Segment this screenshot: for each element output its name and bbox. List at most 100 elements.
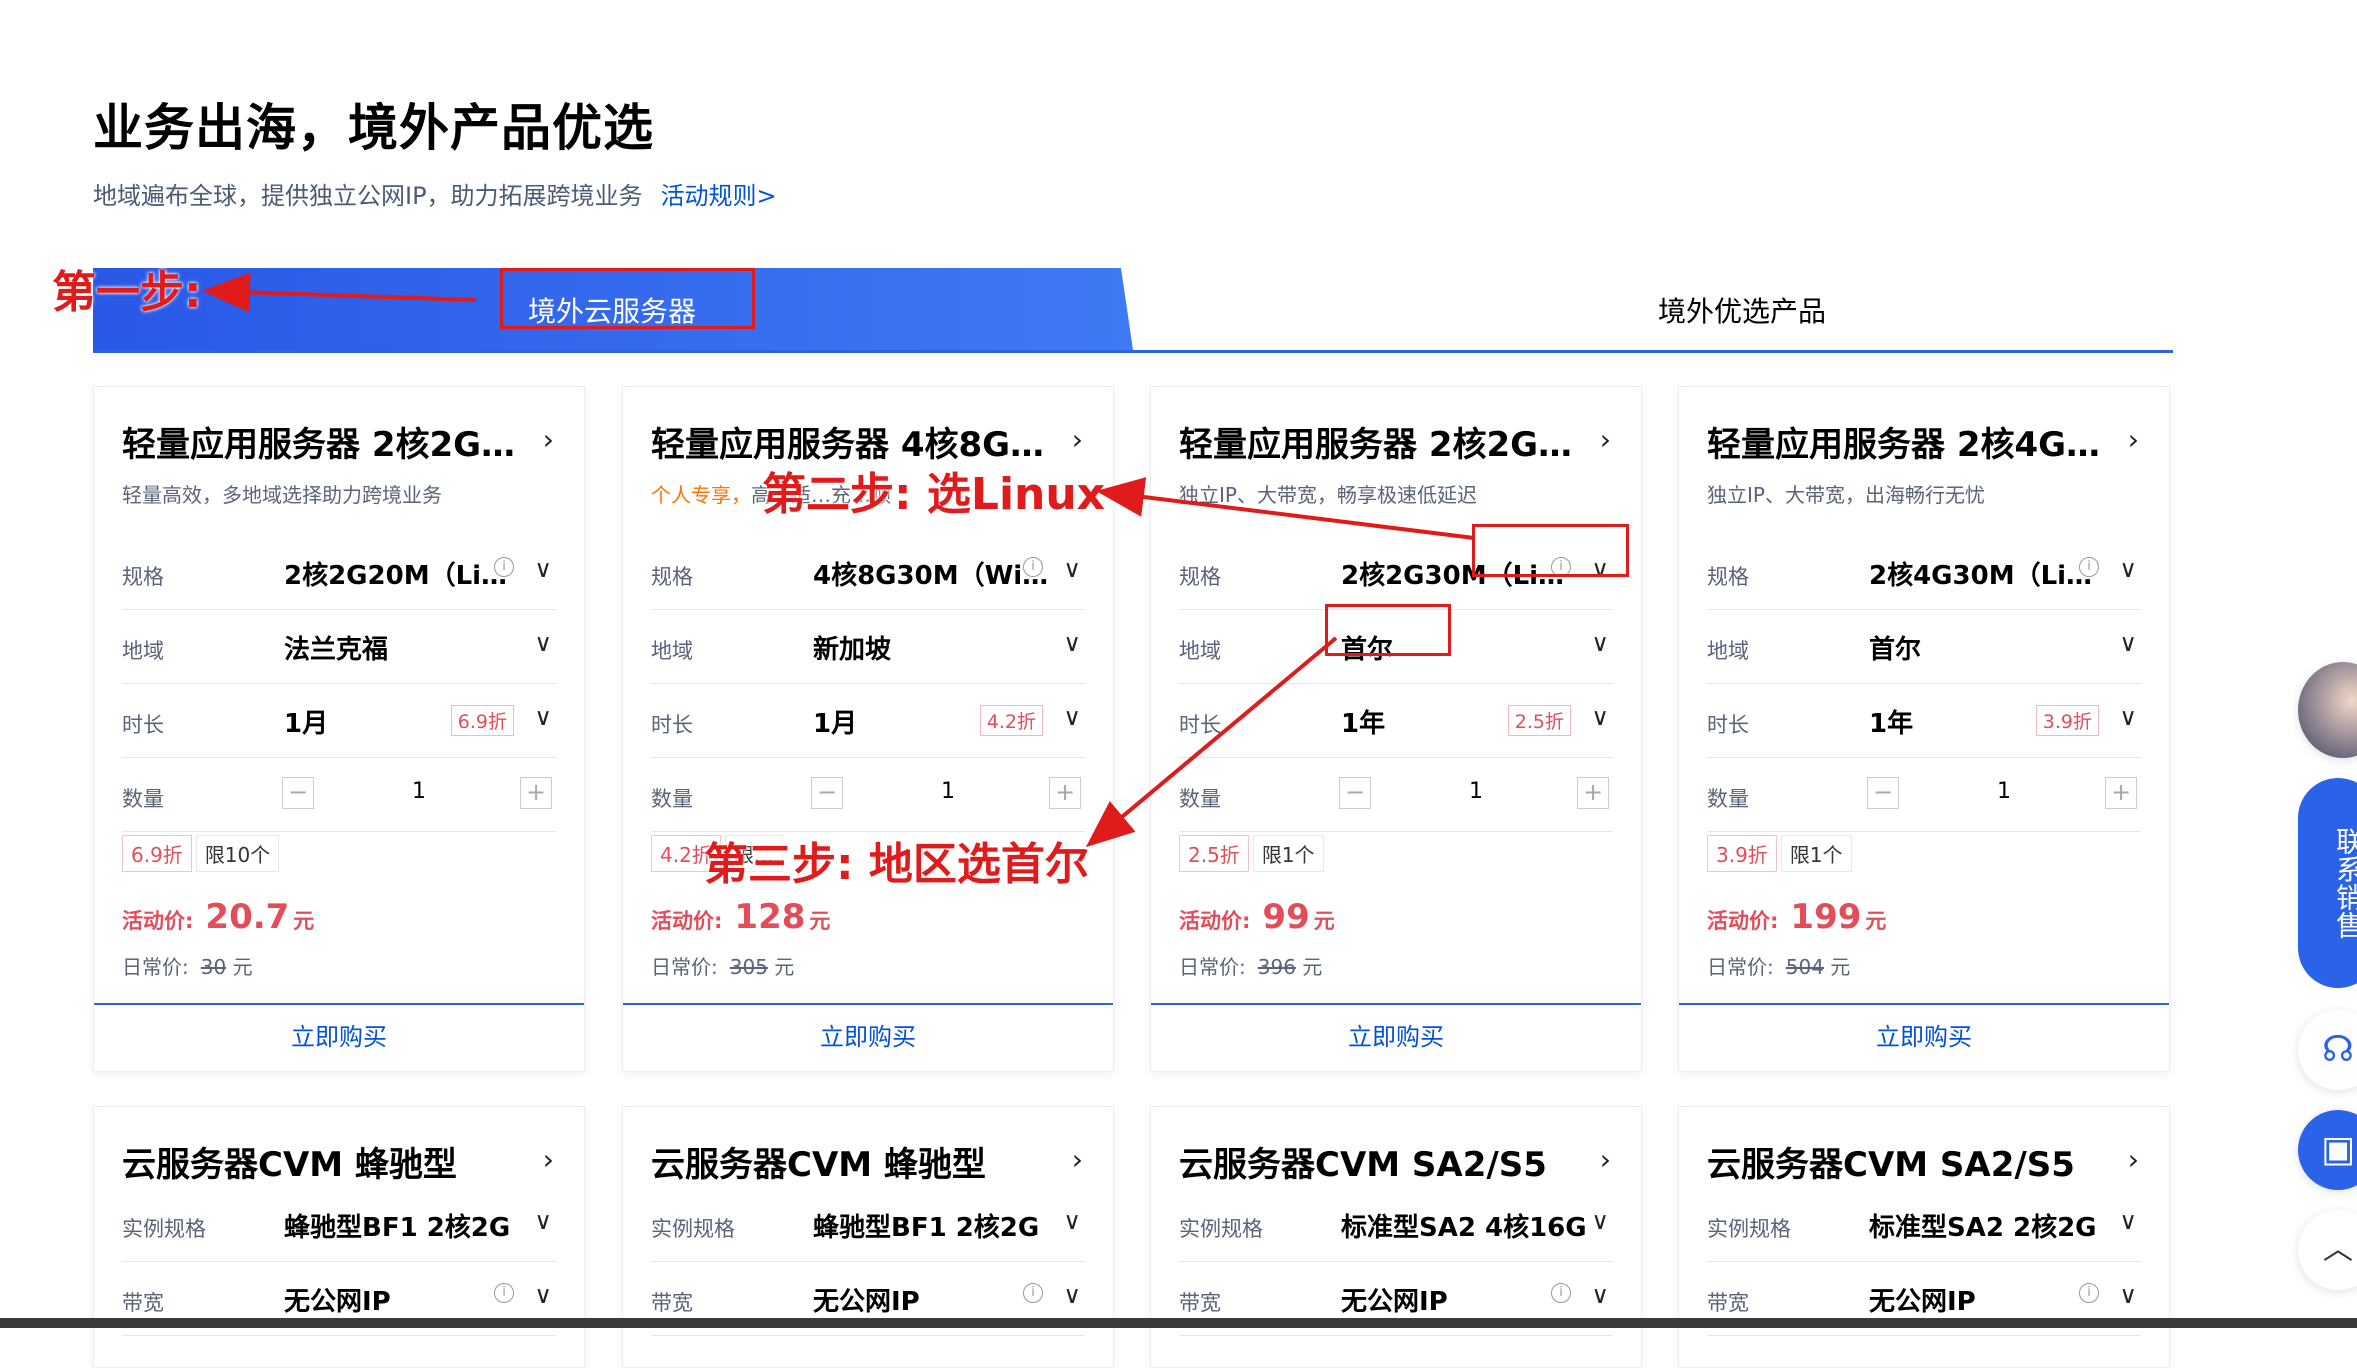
- option-select[interactable]: 新加坡: [813, 629, 891, 666]
- chevron-down-icon[interactable]: ∨: [1063, 1207, 1081, 1235]
- qty-value[interactable]: 1: [412, 779, 426, 804]
- chevron-down-icon[interactable]: ∨: [1591, 1207, 1609, 1235]
- chevron-down-icon[interactable]: ∨: [2119, 703, 2137, 731]
- price-label: 活动价:: [122, 909, 194, 933]
- info-icon[interactable]: i: [494, 557, 514, 577]
- qty-minus-button[interactable]: −: [811, 777, 843, 809]
- info-icon[interactable]: i: [1023, 1283, 1043, 1303]
- contact-sales-button[interactable]: 联系销售: [2298, 778, 2357, 988]
- price-value: 199: [1790, 897, 1862, 937]
- option-select[interactable]: 无公网IP: [1869, 1281, 1976, 1318]
- headset-icon[interactable]: ☊: [2298, 1010, 2357, 1090]
- option-select[interactable]: 1月: [284, 703, 328, 740]
- card-title[interactable]: 轻量应用服务器 2核2G…: [122, 417, 515, 466]
- qty-plus-button[interactable]: +: [1577, 777, 1609, 809]
- chevron-down-icon[interactable]: ∨: [2119, 1281, 2137, 1309]
- rules-link[interactable]: 活动规则>: [661, 182, 777, 210]
- option-label: 实例规格: [1179, 1217, 1263, 1241]
- option-select[interactable]: 蜂驰型BF1 2核2G: [284, 1207, 510, 1244]
- tag: 限1个: [1780, 835, 1852, 872]
- annotation-box-tab: [500, 268, 755, 329]
- tag: 6.9折: [122, 835, 192, 872]
- chevron-right-icon[interactable]: ›: [1600, 423, 1611, 456]
- activity-price: 活动价: 20.7 元: [122, 897, 314, 937]
- chevron-down-icon[interactable]: ∨: [1591, 629, 1609, 657]
- option-select[interactable]: 法兰克福: [284, 629, 388, 666]
- qty-plus-button[interactable]: +: [2105, 777, 2137, 809]
- chevron-down-icon[interactable]: ∨: [1591, 703, 1609, 731]
- desc-text: 轻量高效，多地域选择助力跨境业务: [122, 483, 442, 507]
- option-select[interactable]: 1年: [1341, 703, 1385, 740]
- chevron-right-icon[interactable]: ›: [1600, 1143, 1611, 1176]
- tag-list: 3.9折 限1个: [1707, 835, 1856, 872]
- chevron-down-icon[interactable]: ∨: [1063, 555, 1081, 583]
- option-select[interactable]: 标准型SA2 2核2G: [1869, 1207, 2097, 1244]
- option-row: 规格 4核8G30M（Wi… i ∨: [651, 537, 1085, 610]
- qty-plus-button[interactable]: +: [1049, 777, 1081, 809]
- option-select[interactable]: 无公网IP: [1341, 1281, 1448, 1318]
- assistant-avatar[interactable]: [2298, 662, 2357, 758]
- chevron-right-icon[interactable]: ›: [2128, 1143, 2139, 1176]
- discount-badge: 2.5折: [1507, 705, 1571, 736]
- qty-minus-button[interactable]: −: [1867, 777, 1899, 809]
- chevron-down-icon[interactable]: ∨: [534, 703, 552, 731]
- chevron-down-icon[interactable]: ∨: [534, 555, 552, 583]
- card-title[interactable]: 云服务器CVM SA2/S5: [1179, 1137, 1547, 1186]
- option-select[interactable]: 2核2G20M（Li…: [284, 555, 507, 592]
- chevron-down-icon[interactable]: ∨: [1063, 703, 1081, 731]
- chevron-down-icon[interactable]: ∨: [2119, 555, 2137, 583]
- qty-minus-button[interactable]: −: [1339, 777, 1371, 809]
- qty-plus-button[interactable]: +: [520, 777, 552, 809]
- chevron-down-icon[interactable]: ∨: [1063, 1281, 1081, 1309]
- option-row: 时长 1年 2.5折 ∨: [1179, 685, 1613, 758]
- chevron-down-icon[interactable]: ∨: [1063, 629, 1081, 657]
- chevron-down-icon[interactable]: ∨: [2119, 629, 2137, 657]
- info-icon[interactable]: i: [2079, 557, 2099, 577]
- option-select[interactable]: 首尔: [1869, 629, 1921, 666]
- option-select[interactable]: 2核4G30M（Li…: [1869, 555, 2092, 592]
- qty-value[interactable]: 1: [1997, 779, 2011, 804]
- chevron-down-icon[interactable]: ∨: [534, 1281, 552, 1309]
- discount-badge: 3.9折: [2035, 705, 2099, 736]
- card-title[interactable]: 云服务器CVM 蜂驰型: [651, 1137, 986, 1186]
- qty-minus-button[interactable]: −: [282, 777, 314, 809]
- qty-value[interactable]: 1: [1469, 779, 1483, 804]
- card-title[interactable]: 轻量应用服务器 2核4G…: [1707, 417, 2100, 466]
- chevron-down-icon[interactable]: ∨: [1591, 1281, 1609, 1309]
- option-row: 地域 法兰克福 ∨: [122, 611, 556, 684]
- option-select[interactable]: 标准型SA2 4核16G: [1341, 1207, 1587, 1244]
- option-label: 地域: [651, 639, 693, 663]
- option-select[interactable]: 无公网IP: [813, 1281, 920, 1318]
- card-title[interactable]: 云服务器CVM SA2/S5: [1707, 1137, 2075, 1186]
- chevron-right-icon[interactable]: ›: [1072, 1143, 1083, 1176]
- chevron-down-icon[interactable]: ∨: [534, 1207, 552, 1235]
- option-select[interactable]: 4核8G30M（Wi…: [813, 555, 1048, 592]
- discount-badge: 4.2折: [979, 705, 1043, 736]
- option-row: 地域 新加坡 ∨: [651, 611, 1085, 684]
- info-icon[interactable]: i: [1551, 1283, 1571, 1303]
- info-icon[interactable]: i: [2079, 1283, 2099, 1303]
- option-select[interactable]: 1月: [813, 703, 857, 740]
- buy-now-button[interactable]: 立即购买: [623, 1003, 1113, 1071]
- chevron-down-icon[interactable]: ∨: [534, 629, 552, 657]
- chevron-right-icon[interactable]: ›: [1072, 423, 1083, 456]
- buy-now-button[interactable]: 立即购买: [1679, 1003, 2169, 1071]
- card-title[interactable]: 云服务器CVM 蜂驰型: [122, 1137, 457, 1186]
- card-title[interactable]: 轻量应用服务器 2核2G…: [1179, 417, 1572, 466]
- chevron-down-icon[interactable]: ∨: [2119, 1207, 2137, 1235]
- buy-now-button[interactable]: 立即购买: [1151, 1003, 1641, 1071]
- option-select[interactable]: 1年: [1869, 703, 1913, 740]
- chevron-right-icon[interactable]: ›: [543, 1143, 554, 1176]
- info-icon[interactable]: i: [494, 1283, 514, 1303]
- chevron-right-icon[interactable]: ›: [543, 423, 554, 456]
- buy-now-button[interactable]: 立即购买: [94, 1003, 584, 1071]
- info-icon[interactable]: i: [1023, 557, 1043, 577]
- gift-icon[interactable]: ▣: [2298, 1110, 2357, 1190]
- orig-unit: 元: [232, 955, 253, 979]
- option-select[interactable]: 蜂驰型BF1 2核2G: [813, 1207, 1039, 1244]
- option-select[interactable]: 无公网IP: [284, 1281, 391, 1318]
- qty-value[interactable]: 1: [941, 779, 955, 804]
- chevron-right-icon[interactable]: ›: [2128, 423, 2139, 456]
- tab-overseas-products[interactable]: 境外优选产品: [1133, 268, 2173, 350]
- scroll-top-icon[interactable]: ︿: [2298, 1210, 2357, 1290]
